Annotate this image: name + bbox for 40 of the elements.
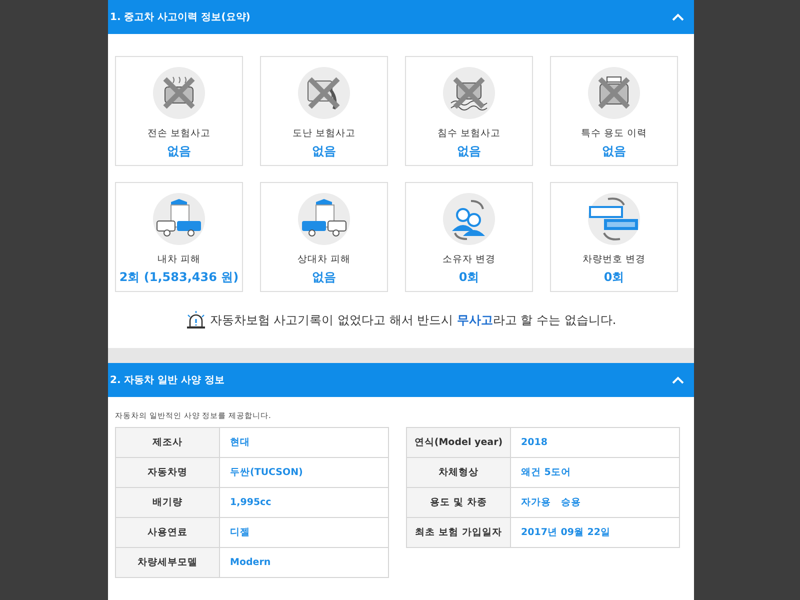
stat-value: 0회 — [458, 269, 480, 286]
section-header[interactable]: 2. 자동차 일반 사양 정보 — [108, 363, 694, 397]
table-header-cell: 연식(Model year) — [406, 428, 510, 458]
stat-label: 차량번호 변경 — [582, 253, 646, 266]
table-header-cell: 최초 보험 가입일자 — [406, 518, 510, 548]
table-header-cell: 차량세부모델 — [116, 548, 220, 578]
table-cell: 두싼(TUCSON) — [220, 458, 388, 488]
stat-value: 2회 (1,583,436 원) — [119, 269, 239, 286]
table-cell: 자가용 승용 — [510, 488, 680, 518]
siren-icon — [186, 311, 206, 329]
table-cell: 왜건 5도어 — [510, 458, 680, 488]
table-header-cell: 배기량 — [116, 488, 220, 518]
stat-label: 특수 용도 이력 — [580, 127, 648, 140]
table-header-cell: 용도 및 차종 — [406, 488, 510, 518]
section-title: 1. 중고차 사고이력 정보(요약) — [110, 11, 250, 24]
stat-value: 없음 — [457, 143, 481, 160]
table-cell: 1,995cc — [220, 488, 388, 518]
stat-label: 내차 피해 — [157, 253, 201, 266]
table-cell: 디젤 — [220, 518, 388, 548]
stat-label: 도난 보험사고 — [292, 127, 356, 140]
section-header[interactable]: 1. 중고차 사고이력 정보(요약) — [108, 0, 694, 34]
stat-value: 없음 — [167, 143, 191, 160]
stat-label: 전손 보험사고 — [147, 127, 211, 140]
table-cell: 2017년 09월 22일 — [510, 518, 680, 548]
stat-value: 0회 — [604, 269, 624, 286]
table-header-cell: 사용연료 — [116, 518, 220, 548]
stat-label: 상대차 피해 — [297, 253, 351, 266]
notice-text: 자동차보험 사고기록이 없었다고 해서 반드시 무사고라고 할 수는 없습니다. — [210, 312, 616, 328]
section-title: 2. 자동차 일반 사양 정보 — [110, 374, 225, 387]
stat-value: 없음 — [312, 269, 336, 286]
table-cell: 2018 — [510, 428, 680, 458]
stat-label: 침수 보험사고 — [437, 127, 501, 140]
table-cell: Modern — [220, 548, 388, 578]
table-header-cell: 자동차명 — [116, 458, 220, 488]
stat-label: 소유자 변경 — [442, 253, 496, 266]
table-header-cell: 제조사 — [116, 428, 220, 458]
table-header-cell: 차체형상 — [406, 458, 510, 488]
stat-value: 없음 — [312, 143, 336, 160]
table-cell: 현대 — [220, 428, 388, 458]
stat-value: 없음 — [602, 143, 626, 160]
